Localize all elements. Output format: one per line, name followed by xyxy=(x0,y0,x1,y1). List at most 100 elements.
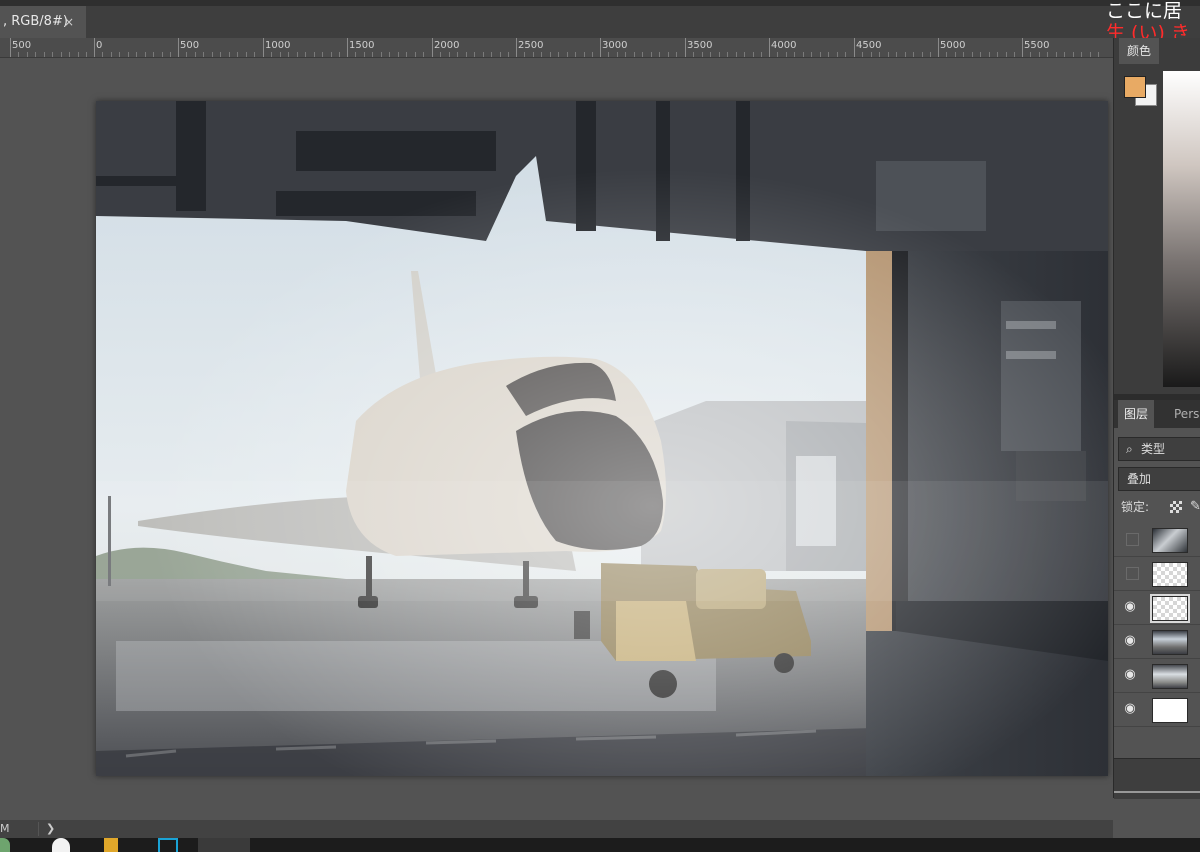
document-tab-title: , RGB/8#) xyxy=(3,14,68,29)
ruler-minor-tick xyxy=(625,52,626,57)
ruler-label: 1500 xyxy=(349,40,375,51)
ruler-minor-tick xyxy=(500,52,501,57)
ruler-minor-tick xyxy=(888,52,889,57)
blend-mode-select[interactable]: 叠加 xyxy=(1118,467,1200,491)
ruler-label: 4500 xyxy=(856,40,882,51)
ruler-minor-tick xyxy=(220,52,221,57)
ruler-minor-tick xyxy=(212,52,213,57)
foreground-color-swatch[interactable] xyxy=(1124,76,1146,98)
ruler-minor-tick xyxy=(457,52,458,57)
ruler-minor-tick xyxy=(86,52,87,57)
ruler-minor-tick xyxy=(44,52,45,57)
chevron-right-icon[interactable]: ❯ xyxy=(46,820,55,838)
layer-thumbnail[interactable] xyxy=(1152,698,1188,723)
tab-layers[interactable]: 图层 xyxy=(1118,400,1155,428)
ruler-minor-tick xyxy=(322,52,323,57)
layer-thumbnail[interactable] xyxy=(1152,528,1188,553)
eye-icon[interactable]: ◉ xyxy=(1122,634,1138,648)
ruler-minor-tick xyxy=(963,52,964,57)
layer-row[interactable] xyxy=(1114,522,1200,557)
ruler-label: 2500 xyxy=(518,40,544,51)
ruler-label: 5000 xyxy=(940,40,966,51)
zoom-readout[interactable]: M xyxy=(0,820,10,838)
ruler-tick xyxy=(178,38,179,57)
document-tab[interactable]: , RGB/8#) × xyxy=(0,6,86,38)
ruler-label: 3000 xyxy=(602,40,628,51)
taskbar-app-icon[interactable] xyxy=(104,838,118,852)
lock-label: 锁定: xyxy=(1121,500,1150,514)
ruler-minor-tick xyxy=(364,52,365,57)
taskbar-app-icon[interactable] xyxy=(158,838,178,852)
layer-row[interactable]: ◉ xyxy=(1114,658,1200,693)
ruler-minor-tick xyxy=(280,52,281,57)
layers-panel-tabs: 图层 Persp xyxy=(1114,400,1200,428)
ruler-minor-tick xyxy=(52,52,53,57)
layer-filter-dropdown[interactable]: ⌕ 类型 xyxy=(1118,437,1200,461)
layers-panel: ⌕ 类型 叠加 锁定: ✎ ◉ ◉ ◉ ◉ xyxy=(1114,428,1200,799)
ruler-minor-tick xyxy=(744,52,745,57)
ruler-minor-tick xyxy=(381,52,382,57)
ruler-minor-tick xyxy=(1047,52,1048,57)
eye-icon[interactable]: ◉ xyxy=(1122,702,1138,716)
ruler-minor-tick xyxy=(896,52,897,57)
canvas-area[interactable] xyxy=(0,58,1113,820)
visibility-off-box[interactable] xyxy=(1126,533,1139,546)
ruler-minor-tick xyxy=(524,52,525,57)
ruler-minor-tick xyxy=(676,52,677,57)
horizontal-ruler[interactable]: 500 0 500 1000 1500 2000 2500 3000 3500 4000 4500 5… xyxy=(0,38,1113,58)
ruler-minor-tick xyxy=(1030,52,1031,57)
ruler-minor-tick xyxy=(997,52,998,57)
ruler-minor-tick xyxy=(128,52,129,57)
ruler-tick xyxy=(94,38,95,57)
ruler-minor-tick xyxy=(474,52,475,57)
ruler-minor-tick xyxy=(69,52,70,57)
ruler-minor-tick xyxy=(254,52,255,57)
ruler-minor-tick xyxy=(955,52,956,57)
status-divider xyxy=(38,822,39,836)
layer-thumbnail[interactable] xyxy=(1152,664,1188,689)
taskbar-app-active[interactable] xyxy=(198,838,250,852)
ruler-minor-tick xyxy=(153,52,154,57)
ruler-minor-tick xyxy=(136,52,137,57)
tab-color[interactable]: 颜色 xyxy=(1119,38,1159,64)
color-picker-field[interactable] xyxy=(1163,71,1200,387)
ruler-minor-tick xyxy=(440,52,441,57)
ruler-minor-tick xyxy=(871,52,872,57)
layer-row[interactable] xyxy=(1114,556,1200,591)
ruler-minor-tick xyxy=(1039,52,1040,57)
panel-footer-edge xyxy=(1114,791,1200,793)
tab-bar-top-strip xyxy=(0,0,1200,6)
taskbar-app-icon[interactable] xyxy=(0,838,10,852)
layer-filter-label: 类型 xyxy=(1141,442,1166,456)
ruler-label: 5500 xyxy=(1024,40,1050,51)
tab-perspective[interactable]: Persp xyxy=(1168,400,1200,428)
os-taskbar xyxy=(0,838,1200,852)
ruler-tick xyxy=(854,38,855,57)
lock-transparent-pixels-icon[interactable] xyxy=(1170,501,1182,513)
ruler-minor-tick xyxy=(415,52,416,57)
layer-row[interactable]: ◉ xyxy=(1114,590,1200,625)
close-icon[interactable]: × xyxy=(64,6,74,38)
ruler-minor-tick xyxy=(78,52,79,57)
layer-thumbnail[interactable] xyxy=(1152,562,1188,587)
ruler-minor-tick xyxy=(642,52,643,57)
layer-row[interactable]: ◉ xyxy=(1114,692,1200,727)
ruler-tick xyxy=(516,38,517,57)
ruler-minor-tick xyxy=(541,52,542,57)
ruler-label: 4000 xyxy=(771,40,797,51)
layer-thumbnail[interactable] xyxy=(1150,594,1190,623)
ruler-minor-tick xyxy=(913,52,914,57)
ruler-minor-tick xyxy=(837,52,838,57)
ruler-label: 1000 xyxy=(265,40,291,51)
ruler-minor-tick xyxy=(111,52,112,57)
artwork-canvas[interactable] xyxy=(96,101,1108,776)
lock-image-pixels-icon[interactable]: ✎ xyxy=(1190,496,1200,518)
eye-icon[interactable]: ◉ xyxy=(1122,668,1138,682)
taskbar-app-icon[interactable] xyxy=(52,838,70,852)
visibility-off-box[interactable] xyxy=(1126,567,1139,580)
eye-icon[interactable]: ◉ xyxy=(1122,600,1138,614)
ruler-tick xyxy=(938,38,939,57)
ruler-minor-tick xyxy=(423,52,424,57)
layer-thumbnail[interactable] xyxy=(1152,630,1188,655)
layer-row[interactable]: ◉ xyxy=(1114,624,1200,659)
